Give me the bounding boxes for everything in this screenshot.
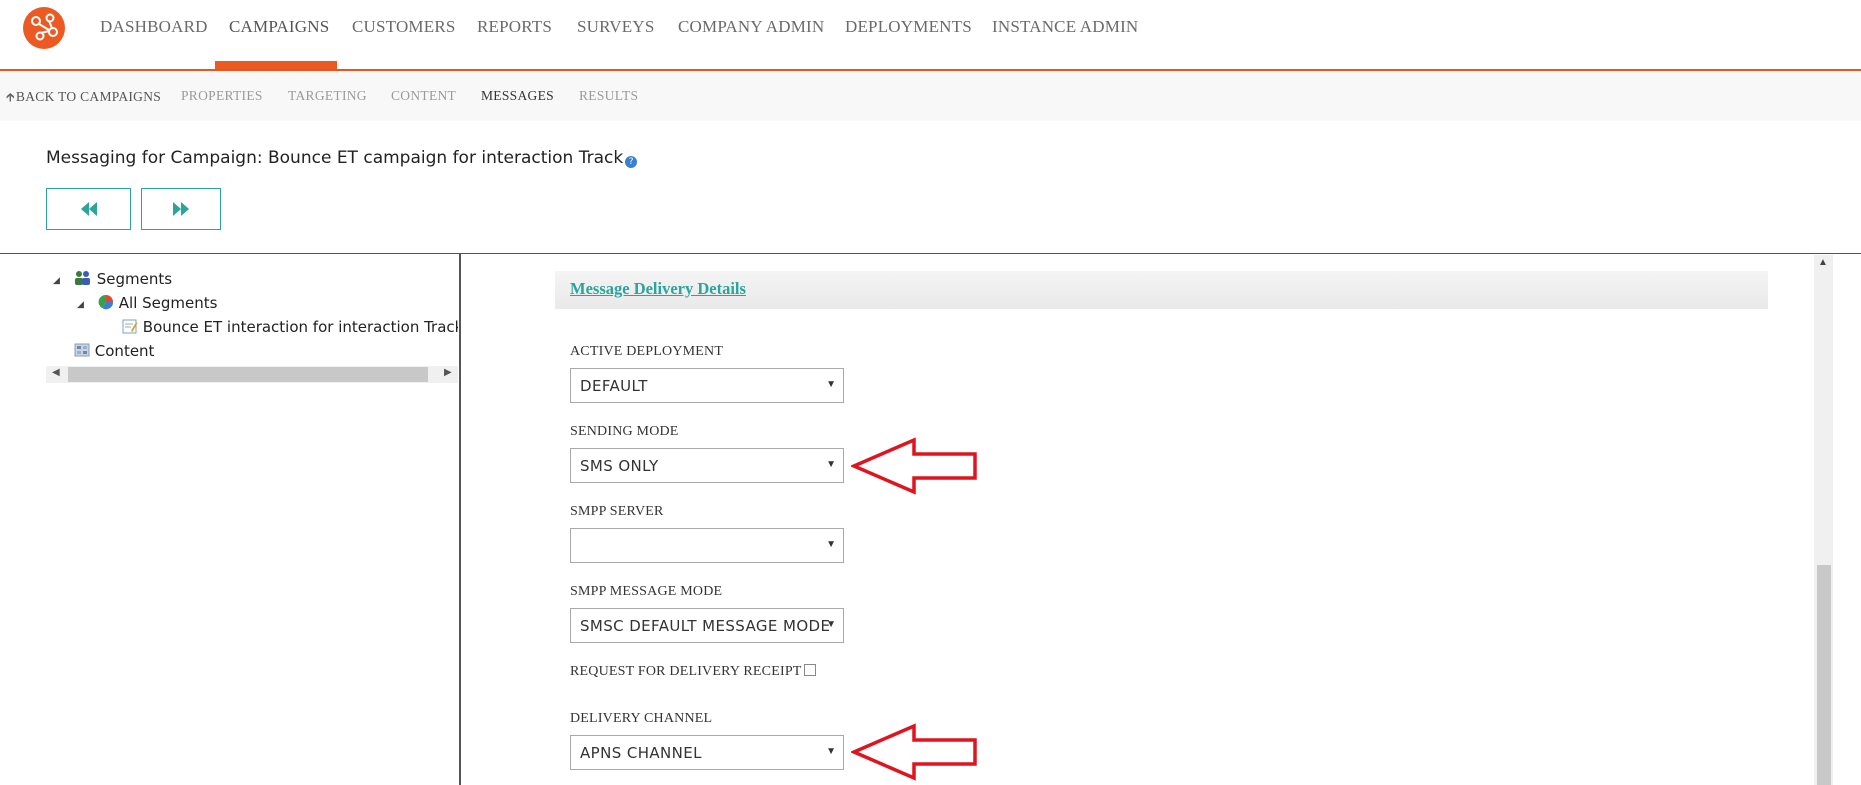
tree-label-content: Content xyxy=(94,342,155,360)
page-title: Messaging for Campaign: Bounce ET campai… xyxy=(46,148,638,168)
sending-mode-label: SENDING MODE xyxy=(570,424,679,439)
tree-node-content[interactable]: Content xyxy=(74,342,154,360)
delivery-channel-value: APNS CHANNEL xyxy=(580,744,702,762)
dropdown-caret-icon: ▼ xyxy=(826,459,836,470)
tree-node-segments[interactable]: Segments xyxy=(74,270,172,288)
nav-company-admin[interactable]: COMPANY ADMIN xyxy=(678,17,824,37)
scrollbar-thumb[interactable] xyxy=(68,367,428,382)
scroll-up-arrow-icon[interactable]: ▲ xyxy=(1818,257,1828,268)
pie-segment-icon xyxy=(98,294,114,310)
content-vertical-scrollbar[interactable]: ▲ xyxy=(1814,255,1833,785)
tree-label-segments: Segments xyxy=(96,270,173,288)
smpp-message-mode-label: SMPP MESSAGE MODE xyxy=(570,584,723,599)
delivery-receipt-label: REQUEST FOR DELIVERY RECEIPT xyxy=(570,664,802,679)
active-deployment-label: ACTIVE DEPLOYMENT xyxy=(570,344,724,359)
smpp-message-mode-value: SMSC DEFAULT MESSAGE MODE xyxy=(580,617,831,635)
delivery-channel-select[interactable]: APNS CHANNEL ▼ xyxy=(570,735,844,770)
edit-document-icon xyxy=(122,319,138,334)
delivery-receipt-checkbox[interactable] xyxy=(804,664,816,676)
panel-divider[interactable] xyxy=(459,253,461,785)
smpp-server-label: SMPP SERVER xyxy=(570,504,664,519)
tab-results[interactable]: RESULTS xyxy=(579,88,638,104)
tree-label-all-segments: All Segments xyxy=(118,294,218,312)
nav-reports[interactable]: REPORTS xyxy=(477,17,552,37)
nav-campaigns[interactable]: CAMPAIGNS xyxy=(229,17,329,37)
dropdown-caret-icon: ▼ xyxy=(826,539,836,550)
scroll-right-arrow-icon[interactable]: ▶ xyxy=(444,367,452,378)
annotation-arrow-icon xyxy=(851,723,977,781)
campaign-subnav: 🡱BACK TO CAMPAIGNS PROPERTIES TARGETING … xyxy=(0,71,1861,121)
message-delivery-details-header: Message Delivery Details xyxy=(555,271,1768,309)
dropdown-caret-icon: ▼ xyxy=(826,379,836,390)
active-deployment-value: DEFAULT xyxy=(580,377,648,395)
page-title-text: Messaging for Campaign: Bounce ET campai… xyxy=(46,148,624,168)
collapse-triangle-icon[interactable]: ◢ xyxy=(53,275,60,286)
smpp-message-mode-select[interactable]: SMSC DEFAULT MESSAGE MODE ▼ xyxy=(570,608,844,643)
content-grid-icon xyxy=(74,343,90,357)
collapse-triangle-icon[interactable]: ◢ xyxy=(77,299,84,310)
dropdown-caret-icon: ▼ xyxy=(826,619,836,630)
back-to-campaigns-link[interactable]: 🡱BACK TO CAMPAIGNS xyxy=(6,88,161,109)
tree-horizontal-scrollbar[interactable]: ◀ ▶ xyxy=(46,366,458,383)
tab-properties[interactable]: PROPERTIES xyxy=(181,88,263,104)
nav-surveys[interactable]: SURVEYS xyxy=(577,17,655,37)
tree-label-message: Bounce ET interaction for interaction Tr… xyxy=(142,318,458,336)
annotation-arrow-icon xyxy=(851,437,977,495)
message-delivery-details-link[interactable]: Message Delivery Details xyxy=(570,279,746,299)
dropdown-caret-icon: ▼ xyxy=(826,746,836,757)
help-icon[interactable]: ? xyxy=(625,156,638,168)
previous-button[interactable] xyxy=(46,188,131,230)
nav-deployments[interactable]: DEPLOYMENTS xyxy=(845,17,972,37)
delivery-channel-label: DELIVERY CHANNEL xyxy=(570,711,713,726)
app-logo-icon[interactable] xyxy=(23,7,65,49)
nav-instance-admin[interactable]: INSTANCE ADMIN xyxy=(992,17,1138,37)
active-deployment-select[interactable]: DEFAULT ▼ xyxy=(570,368,844,403)
nav-dashboard[interactable]: DASHBOARD xyxy=(100,17,208,37)
smpp-server-select[interactable]: ▼ xyxy=(570,528,844,563)
tab-targeting[interactable]: TARGETING xyxy=(288,88,367,104)
tree-node-all-segments[interactable]: All Segments xyxy=(98,294,217,312)
scrollbar-thumb[interactable] xyxy=(1817,565,1831,785)
active-nav-indicator xyxy=(215,61,337,69)
tab-content[interactable]: CONTENT xyxy=(391,88,456,104)
tab-messages[interactable]: MESSAGES xyxy=(481,88,554,104)
up-arrow-icon: 🡱 xyxy=(6,90,15,104)
double-chevron-left-icon xyxy=(80,202,97,216)
users-group-icon xyxy=(75,271,90,285)
double-chevron-right-icon xyxy=(173,202,189,216)
content-divider xyxy=(0,253,1861,254)
tree-node-message[interactable]: Bounce ET interaction for interaction Tr… xyxy=(122,318,458,336)
sending-mode-value: SMS ONLY xyxy=(580,457,659,475)
nav-customers[interactable]: CUSTOMERS xyxy=(352,17,456,37)
scroll-left-arrow-icon[interactable]: ◀ xyxy=(52,367,60,378)
sending-mode-select[interactable]: SMS ONLY ▼ xyxy=(570,448,844,483)
next-button[interactable] xyxy=(141,188,221,230)
top-navigation-bar: DASHBOARD CAMPAIGNS CUSTOMERS REPORTS SU… xyxy=(0,0,1861,71)
back-to-campaigns-label: BACK TO CAMPAIGNS xyxy=(15,89,162,104)
